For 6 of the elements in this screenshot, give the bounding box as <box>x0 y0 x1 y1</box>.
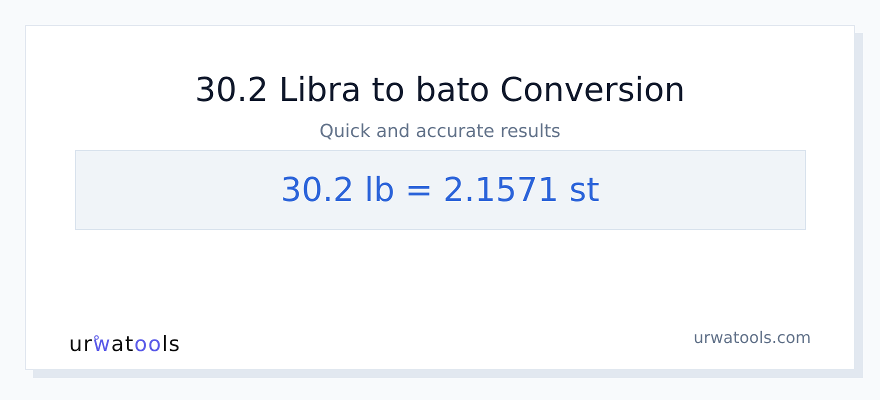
subtitle: Quick and accurate results <box>319 120 561 144</box>
dot-icon <box>94 335 99 340</box>
title: 30.2 Libra to bato Conversion <box>194 70 686 110</box>
result-text: 30.2 lb = 2.1571 st <box>280 169 600 212</box>
site-url: urwatools.com <box>694 327 811 349</box>
logo: urwatools <box>69 331 181 357</box>
